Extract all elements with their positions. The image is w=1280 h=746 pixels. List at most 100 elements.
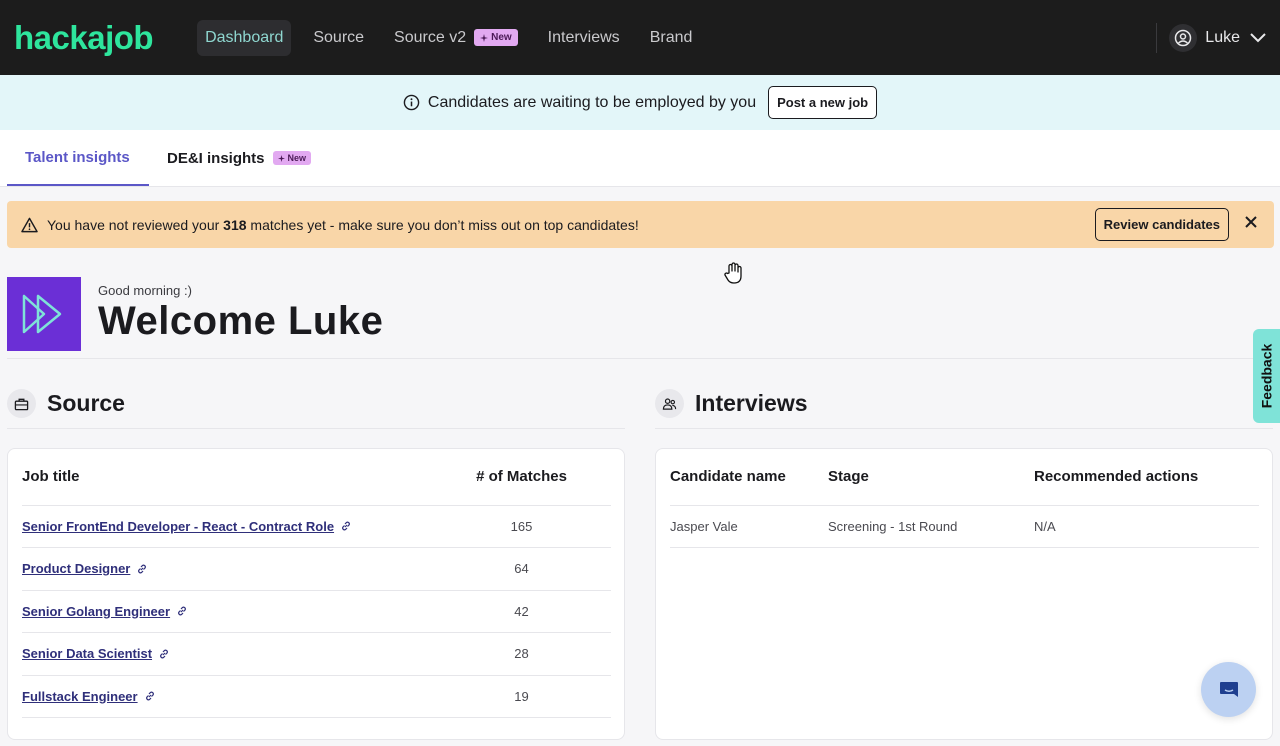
info-banner: Candidates are waiting to be employed by… (0, 75, 1280, 130)
welcome-header: Good morning :) Welcome Luke (7, 277, 1280, 359)
link-icon (145, 691, 154, 701)
user-avatar (1169, 23, 1198, 52)
new-badge: New (272, 151, 312, 165)
tab-dei-insights-label: DE&I insights (167, 149, 265, 167)
alert-text-after: matches yet - make sure you don’t miss o… (246, 216, 639, 233)
interviews-section-title: Interviews (695, 390, 808, 416)
job-title-cell: Product Designer (22, 547, 432, 591)
tab-talent-insights-label: Talent insights (25, 148, 130, 166)
column-header-stage: Stage (828, 449, 1034, 506)
source-section-divider (7, 428, 625, 429)
source-section-title: Source (47, 390, 125, 416)
info-banner-text: Candidates are waiting to be employed by… (427, 93, 757, 111)
table-row[interactable]: Jasper Vale Screening - 1st Round N/A (670, 505, 1259, 548)
source-section-header: Source (7, 389, 125, 418)
column-header-recommended-actions: Recommended actions (1034, 449, 1259, 506)
job-link[interactable]: Senior FrontEnd Developer - React - Cont… (22, 519, 352, 534)
column-header-candidate-name: Candidate name (670, 449, 828, 506)
job-title: Senior Data Scientist (22, 646, 153, 662)
job-title: Senior Golang Engineer (22, 603, 171, 619)
nav-interviews[interactable]: Interviews (540, 20, 628, 56)
page-title: Welcome Luke (98, 299, 384, 343)
interviews-section-icon-wrap (655, 389, 684, 418)
nav-source-label: Source (313, 28, 365, 46)
post-new-job-button[interactable]: Post a new job (768, 86, 878, 119)
tab-dei-insights[interactable]: DE&I insights New (149, 130, 329, 186)
job-title: Fullstack Engineer (22, 688, 138, 704)
feedback-label: Feedback (1258, 343, 1275, 409)
info-icon (403, 94, 420, 111)
job-link[interactable]: Product Designer (22, 561, 148, 576)
candidate-stage: Screening - 1st Round (828, 505, 1034, 548)
briefcase-icon (14, 398, 29, 410)
warning-triangle-icon (21, 217, 38, 232)
match-count: 42 (432, 590, 611, 633)
tab-talent-insights[interactable]: Talent insights (7, 130, 149, 186)
company-logo (7, 277, 81, 351)
nav-dashboard-label: Dashboard (205, 28, 284, 46)
people-icon (662, 397, 677, 410)
recommended-action: N/A (1034, 505, 1259, 548)
match-count: 19 (432, 675, 611, 718)
match-count: 28 (432, 632, 611, 676)
chevron-down-icon (1250, 32, 1266, 42)
interviews-section-header: Interviews (655, 389, 808, 418)
link-icon (178, 606, 186, 616)
new-badge: New (474, 29, 518, 46)
nav-source-v2-label: Source v2 (394, 28, 467, 46)
nav-source-v2[interactable]: Source v2 New (386, 20, 526, 56)
user-menu[interactable]: Luke (1156, 0, 1266, 75)
nav-source[interactable]: Source (305, 20, 372, 56)
job-title-cell: Senior Data Scientist (22, 632, 432, 676)
review-matches-alert: You have not reviewed your 318 matches y… (7, 201, 1274, 248)
job-title-cell: Fullstack Engineer (22, 675, 432, 718)
nav-divider (1156, 22, 1158, 53)
table-row: Senior Data Scientist 28 (22, 632, 611, 676)
chat-bubble-icon (1219, 681, 1238, 697)
interviews-table: Candidate name Stage Recommended actions… (670, 449, 1259, 548)
match-count: 165 (432, 505, 611, 548)
sparkle-icon (277, 154, 285, 162)
nav-brand[interactable]: Brand (642, 20, 701, 56)
table-row: Senior Golang Engineer 42 (22, 590, 611, 633)
job-title-cell: Senior FrontEnd Developer - React - Cont… (22, 505, 432, 548)
nav-dashboard[interactable]: Dashboard (197, 19, 292, 56)
job-link[interactable]: Senior Golang Engineer (22, 604, 188, 619)
link-icon (160, 649, 168, 659)
column-header-job-title: Job title (22, 449, 432, 506)
job-title: Senior FrontEnd Developer - React - Cont… (22, 518, 335, 534)
table-header-row: Job title # of Matches (22, 449, 611, 506)
source-section-icon-wrap (7, 389, 36, 418)
alert-text-before: You have not reviewed your (47, 216, 224, 233)
user-name: Luke (1205, 28, 1240, 46)
link-icon (138, 564, 147, 574)
source-jobs-table: Job title # of Matches Senior FrontEnd D… (22, 449, 611, 718)
interviews-card: Candidate name Stage Recommended actions… (655, 448, 1273, 740)
play-arrows-icon (22, 294, 62, 334)
source-jobs-card: Job title # of Matches Senior FrontEnd D… (7, 448, 625, 740)
new-badge-label: New (287, 153, 307, 163)
job-link[interactable]: Fullstack Engineer (22, 689, 156, 704)
nav-interviews-label: Interviews (547, 28, 620, 46)
hackajob-logo[interactable]: hackajob (14, 19, 154, 57)
candidate-name: Jasper Vale (670, 505, 828, 548)
greeting-text: Good morning :) (98, 283, 192, 298)
user-circle-icon (1175, 29, 1192, 46)
feedback-tab[interactable]: Feedback (1253, 329, 1280, 423)
job-link[interactable]: Senior Data Scientist (22, 646, 170, 661)
table-row: Product Designer 64 (22, 547, 611, 591)
new-badge-label: New (491, 32, 512, 43)
review-candidates-button[interactable]: Review candidates (1094, 208, 1229, 241)
table-header-row: Candidate name Stage Recommended actions (670, 449, 1259, 506)
alert-text: You have not reviewed your 318 matches y… (47, 217, 639, 233)
close-icon[interactable] (1244, 215, 1258, 229)
alert-match-count: 318 (223, 216, 247, 233)
table-row: Fullstack Engineer 19 (22, 675, 611, 718)
match-count: 64 (432, 547, 611, 591)
nav-brand-label: Brand (649, 28, 693, 46)
job-title-cell: Senior Golang Engineer (22, 590, 432, 633)
table-row: Senior FrontEnd Developer - React - Cont… (22, 505, 611, 548)
sparkle-icon (480, 33, 489, 42)
chat-button[interactable] (1201, 662, 1256, 717)
top-navigation: hackajob Dashboard Source Source v2 New … (0, 0, 1280, 75)
